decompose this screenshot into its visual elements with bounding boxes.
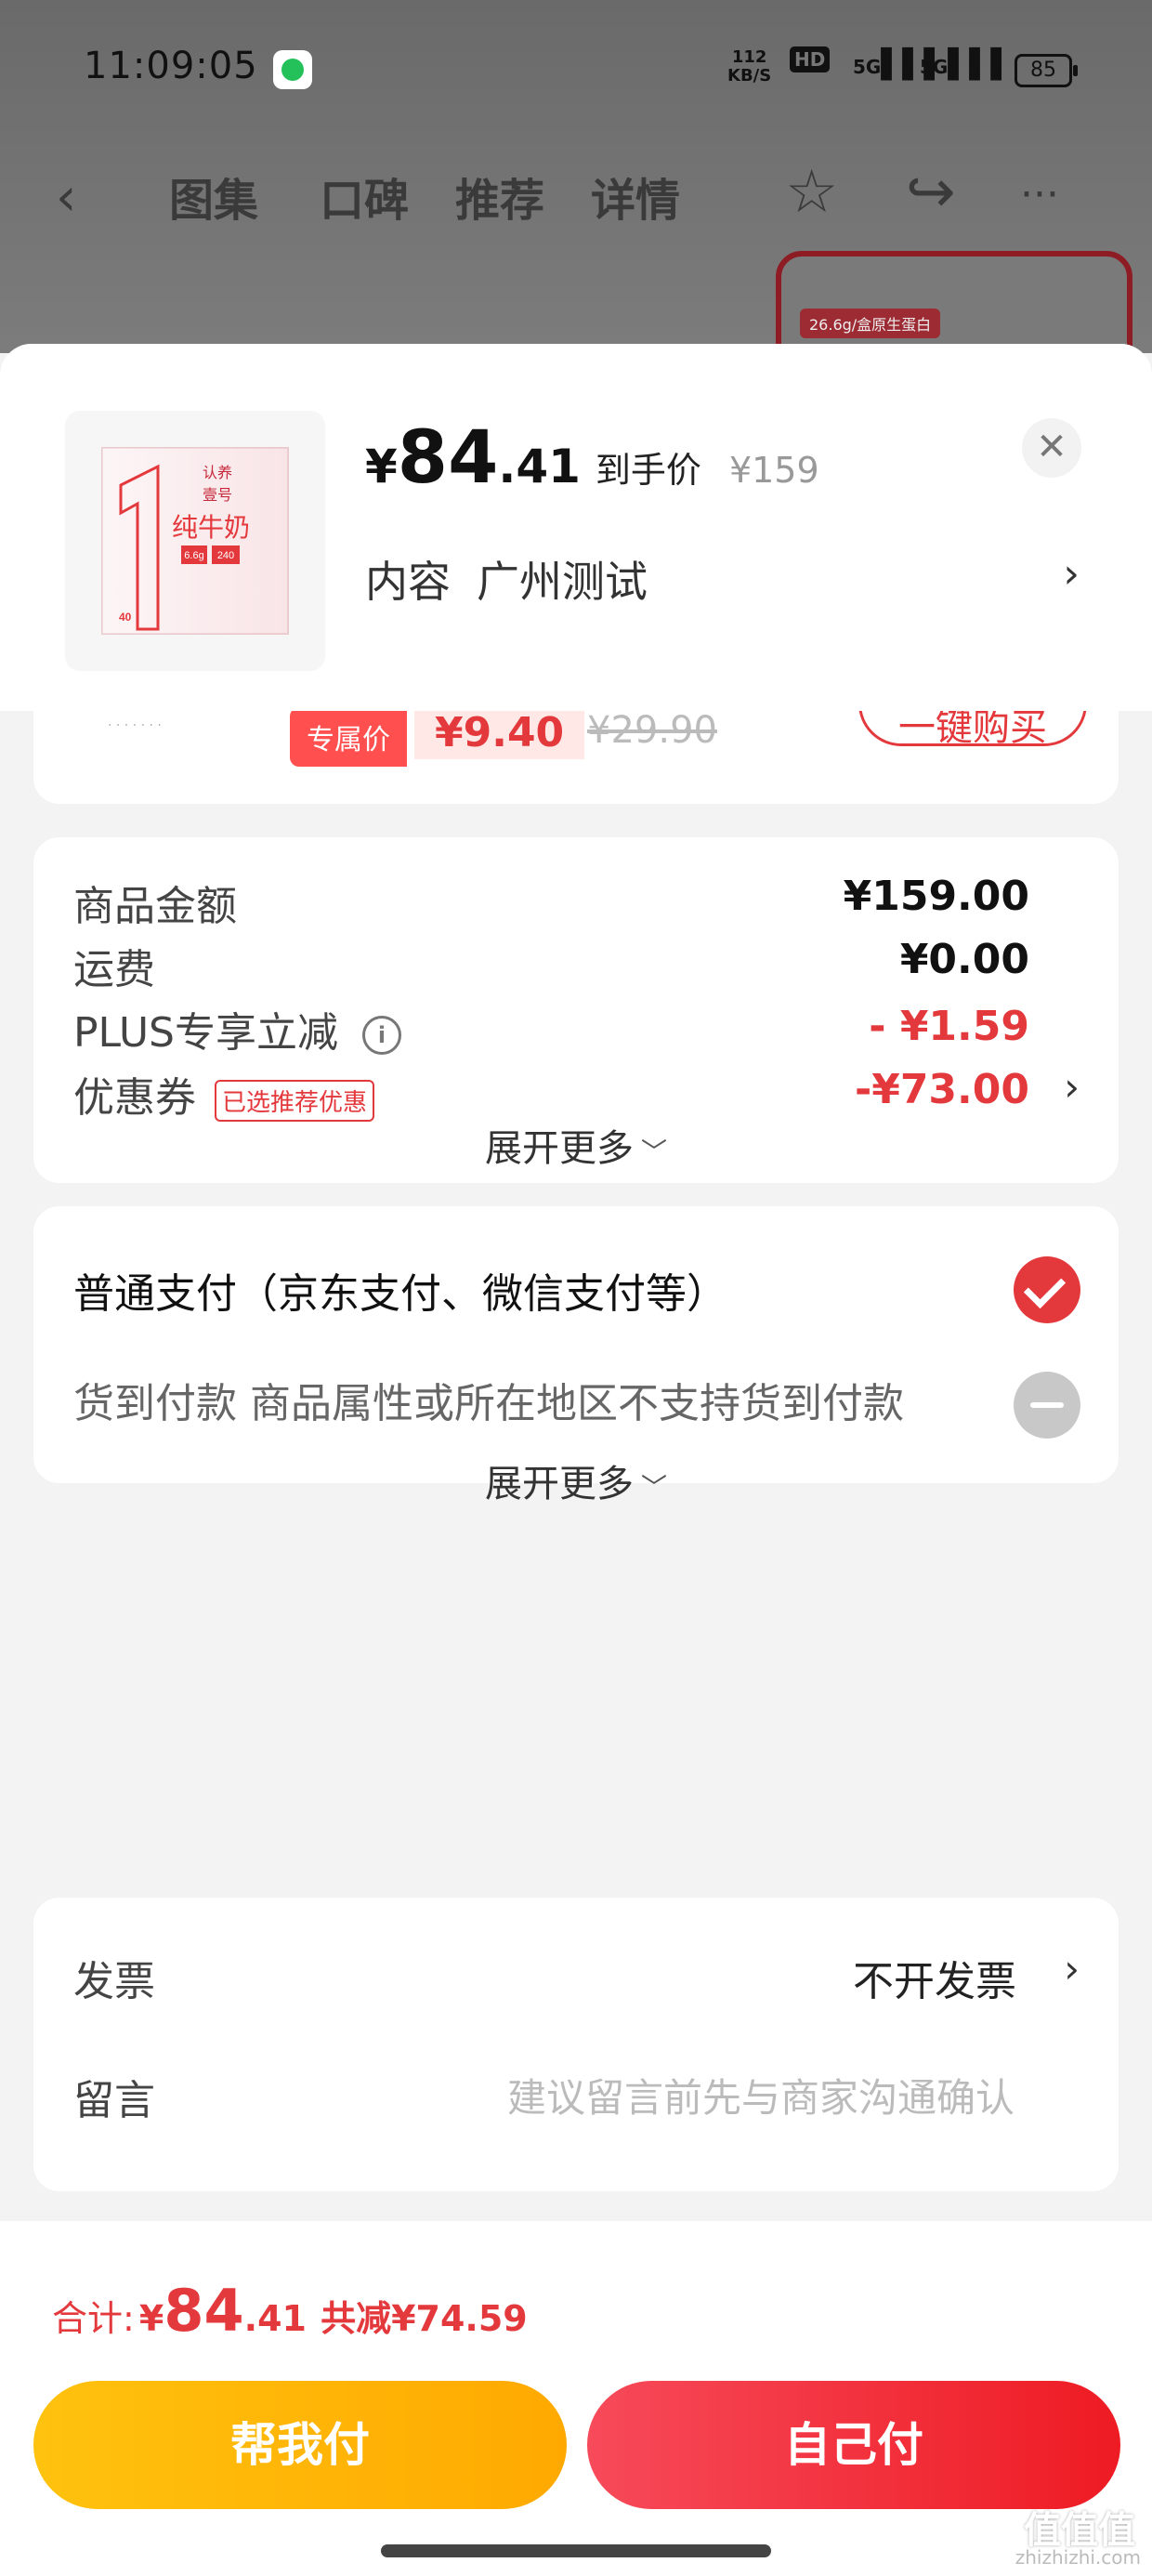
plus-discount-label: PLUS专享立减 i: [73, 999, 401, 1058]
tab-details[interactable]: 详情: [591, 164, 680, 229]
variant-value: 广州测试: [477, 557, 648, 607]
status-bar: 11:09:05 112 KB/S HD 5G▌▌▌ 5G▌▌▌ 85: [0, 0, 1152, 139]
item-original-price: ¥29.90: [587, 711, 717, 752]
pay-for-me-button[interactable]: 帮我付: [33, 2381, 567, 2509]
price-row: ¥84.41 到手价 ¥159: [365, 416, 819, 500]
milk-box-illustration: 6.6g 240 40 认养 壹号 纯牛奶: [101, 447, 289, 635]
product-brand: 认养: [203, 464, 232, 481]
recommended-item-card: · · · · · · · 专属价 ¥9.40 ¥29.90 一键购买: [33, 711, 1119, 804]
invoice-label: 发票: [73, 1958, 155, 2005]
price-decimal: .41: [498, 440, 581, 493]
chevron-down-icon: ﹀: [640, 1137, 667, 1167]
product-nav-bar: ‹ 图集 口碑 推荐 详情 ☆ ↪ ···: [0, 149, 1152, 232]
total-integer: 84: [164, 2277, 244, 2345]
invoice-value[interactable]: 不开发票: [853, 1948, 1016, 2007]
watermark-url: zhizhizhi.com: [1015, 2546, 1141, 2569]
variant-label: 内容: [365, 557, 451, 607]
chevron-right-icon[interactable]: ›: [1063, 550, 1080, 598]
plus-discount-value: - ¥1.59: [869, 1003, 1029, 1050]
protein-tag: 26.6g/盒原生蛋白: [800, 309, 941, 338]
disabled-icon: [1014, 1372, 1080, 1439]
exclusive-price: ¥9.40: [414, 711, 585, 759]
shipping-value: ¥0.00: [899, 936, 1029, 983]
checked-icon[interactable]: [1014, 1256, 1080, 1323]
signal-sim2-icon: 5G▌▌▌: [920, 48, 1013, 81]
product-series: 壹号: [203, 486, 232, 504]
tab-gallery[interactable]: 图集: [169, 164, 258, 229]
total-saved: 共减¥74.59: [321, 2298, 528, 2339]
pay-self-button[interactable]: 自己付: [587, 2381, 1120, 2509]
coupon-label[interactable]: 优惠券 已选推荐优惠: [73, 1064, 375, 1124]
chevron-right-icon[interactable]: ›: [1064, 1064, 1080, 1110]
amount-breakdown-card: 商品金额 ¥159.00 运费 ¥0.00 PLUS专享立减 i - ¥1.59 …: [33, 837, 1119, 1183]
total-symbol: ¥: [138, 2298, 164, 2339]
status-time: 11:09:05: [84, 45, 258, 87]
hd-indicator-icon: HD: [790, 46, 831, 85]
message-input[interactable]: 建议留言前先与商家沟通确认: [507, 2067, 1015, 2123]
expand-more-payment[interactable]: 展开更多 ﹀: [33, 1453, 1119, 1507]
tab-recommend[interactable]: 推荐: [455, 164, 544, 229]
info-icon[interactable]: i: [362, 1016, 401, 1055]
battery-icon: 85: [1015, 54, 1078, 87]
sheet-header: 6.6g 240 40 认养 壹号 纯牛奶 ¥84.41 到手价 ¥159 内容 广州…: [0, 344, 1152, 711]
item-hint-text: · · · · · · ·: [108, 718, 162, 733]
original-price: ¥159: [728, 450, 819, 491]
checkout-footer: 合计: ¥84.41 共减¥74.59 帮我付 自己付: [0, 2221, 1152, 2576]
total-summary: 合计: ¥84.41 共减¥74.59: [52, 2277, 528, 2345]
shipping-label: 运费: [73, 946, 155, 993]
total-decimal: .41: [243, 2298, 307, 2339]
background-product-thumbnail: 26.6g/盒原生蛋白: [776, 251, 1132, 353]
price-integer: 84: [397, 416, 499, 500]
payment-option-normal[interactable]: 普通支付（京东支付、微信支付等）: [73, 1260, 727, 1320]
one-click-buy-button[interactable]: 一键购买: [858, 711, 1087, 749]
expand-more-amounts[interactable]: 展开更多 ﹀: [33, 1118, 1119, 1172]
goods-amount-value: ¥159.00: [843, 873, 1029, 920]
network-speed: 112 KB/S: [727, 47, 772, 85]
product-image: 6.6g 240 40 认养 壹号 纯牛奶: [65, 411, 325, 671]
coupon-value[interactable]: -¥73.00: [855, 1066, 1029, 1113]
background-product-page: 11:09:05 112 KB/S HD 5G▌▌▌ 5G▌▌▌ 85 ‹ 图集…: [0, 0, 1152, 353]
back-arrow-icon[interactable]: ‹: [56, 167, 76, 228]
more-dots-icon[interactable]: ···: [1020, 171, 1059, 218]
product-stat-2: 240: [217, 550, 234, 561]
final-price-label: 到手价: [595, 450, 701, 491]
wechat-notification-icon: [273, 50, 312, 89]
variant-selector[interactable]: 内容 广州测试: [365, 548, 648, 610]
coupon-badge: 已选推荐优惠: [215, 1079, 375, 1122]
favorite-star-icon[interactable]: ☆: [785, 158, 838, 227]
product-name: 纯牛奶: [172, 512, 250, 543]
product-stat-1: 6.6g: [184, 550, 203, 561]
chevron-right-icon[interactable]: ›: [1064, 1946, 1080, 1991]
message-label: 留言: [73, 2077, 155, 2124]
chevron-down-icon: ﹀: [640, 1472, 667, 1503]
price-symbol: ¥: [365, 440, 398, 493]
tab-reviews[interactable]: 口碑: [320, 164, 409, 229]
invoice-message-card: 发票 不开发票 › 留言 建议留言前先与商家沟通确认: [33, 1898, 1119, 2191]
product-count: 40: [119, 611, 132, 624]
goods-amount-label: 商品金额: [73, 883, 237, 930]
total-label: 合计:: [52, 2298, 135, 2339]
exclusive-price-tag: 专属价: [290, 711, 407, 767]
home-indicator[interactable]: [381, 2544, 771, 2557]
share-icon[interactable]: ↪: [906, 158, 956, 227]
payment-option-cod: 货到付款 商品属性或所在地区不支持货到付款: [73, 1380, 904, 1427]
close-button[interactable]: ✕: [1022, 418, 1081, 478]
close-icon: ✕: [1036, 426, 1067, 468]
payment-method-card: 普通支付（京东支付、微信支付等） 货到付款 商品属性或所在地区不支持货到付款 展…: [33, 1206, 1119, 1505]
